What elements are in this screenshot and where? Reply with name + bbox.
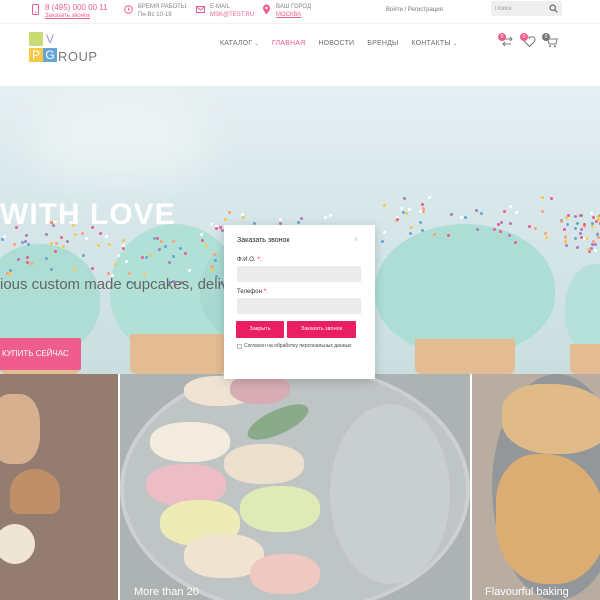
consent-checkbox[interactable]	[237, 344, 242, 349]
callback-modal: Заказать звонок × Ф.И.О. *: Телефон *: З…	[224, 225, 375, 379]
name-field-label: Ф.И.О. *:	[237, 257, 262, 263]
name-field[interactable]	[237, 266, 361, 282]
phone-field-label: Телефон *:	[237, 289, 268, 295]
close-icon[interactable]: ×	[353, 235, 358, 244]
submit-callback-button[interactable]: Заказать звонок	[287, 321, 356, 338]
modal-title: Заказать звонок	[237, 237, 290, 244]
consent-label: Согласен на обработку персональных данны…	[244, 343, 352, 349]
phone-field[interactable]	[237, 298, 361, 314]
close-button[interactable]: Закрыть	[236, 321, 284, 338]
